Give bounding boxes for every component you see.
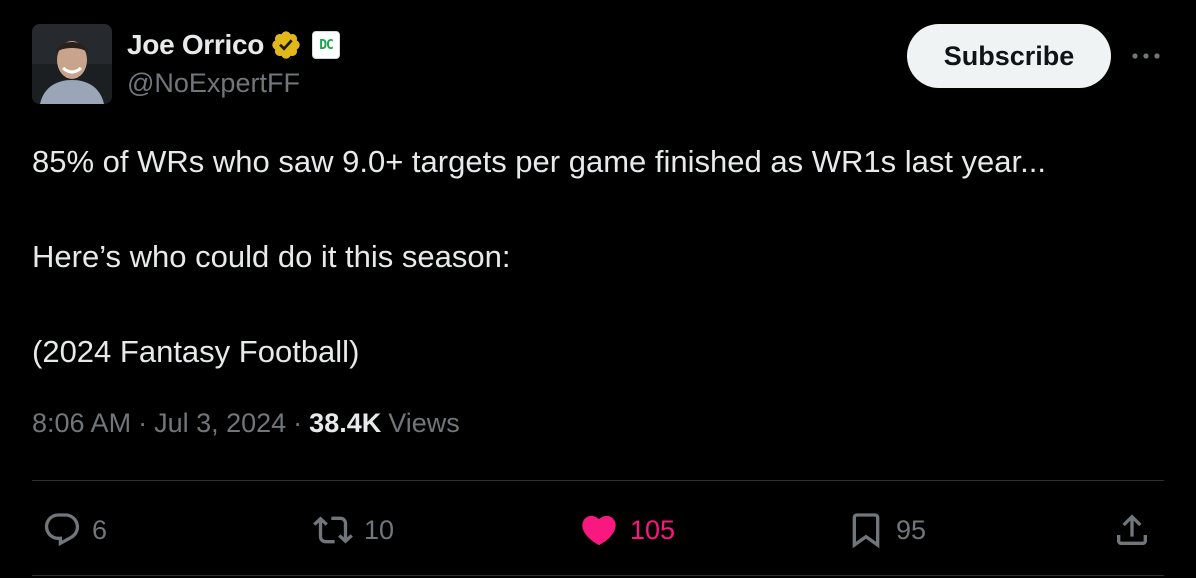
author-handle[interactable]: @NoExpertFF xyxy=(127,68,300,99)
tweet-line: Here’s who could do it this season: xyxy=(32,239,511,274)
tweet-line: (2024 Fantasy Football) xyxy=(32,334,360,369)
heart-filled-icon xyxy=(578,510,620,550)
reply-button[interactable]: 6 xyxy=(42,506,107,554)
divider xyxy=(32,575,1164,576)
views-count[interactable]: 38.4K xyxy=(309,408,381,439)
reply-icon xyxy=(42,510,82,550)
like-count: 105 xyxy=(630,514,676,545)
author-avatar[interactable] xyxy=(32,24,112,104)
meta-separator: · xyxy=(138,408,148,438)
repost-count: 10 xyxy=(364,514,395,545)
tweet-time[interactable]: 8:06 AM xyxy=(32,408,131,439)
repost-icon xyxy=(312,510,354,550)
affiliate-badge-icon[interactable]: DC xyxy=(312,31,341,59)
tweet-line: 85% of WRs who saw 9.0+ targets per game… xyxy=(32,144,1046,179)
verified-badge-icon[interactable] xyxy=(270,29,302,61)
divider xyxy=(32,480,1164,481)
tweet-text: 85% of WRs who saw 9.0+ targets per game… xyxy=(32,140,1172,373)
reply-count: 6 xyxy=(92,514,108,545)
repost-button[interactable]: 10 xyxy=(312,506,394,554)
subscribe-button[interactable]: Subscribe xyxy=(907,24,1111,88)
share-icon xyxy=(1112,510,1152,550)
profile-photo xyxy=(32,24,112,104)
bookmark-button[interactable]: 95 xyxy=(846,506,926,554)
tweet-date[interactable]: Jul 3, 2024 xyxy=(154,408,286,439)
bookmark-icon xyxy=(846,509,886,551)
meta-separator: · xyxy=(293,408,303,438)
more-horizontal-icon xyxy=(1132,53,1160,59)
bookmark-count: 95 xyxy=(896,514,927,545)
more-options-button[interactable] xyxy=(1126,40,1166,72)
author-display-name[interactable]: Joe Orrico xyxy=(127,29,264,61)
views-label: Views xyxy=(388,408,460,438)
tweet-meta: 8:06 AM · Jul 3, 2024 · 38.4K Views xyxy=(32,408,460,439)
like-button[interactable]: 105 xyxy=(578,506,675,554)
share-button[interactable] xyxy=(1112,506,1152,554)
author-name-row: Joe Orrico DC xyxy=(127,26,341,64)
